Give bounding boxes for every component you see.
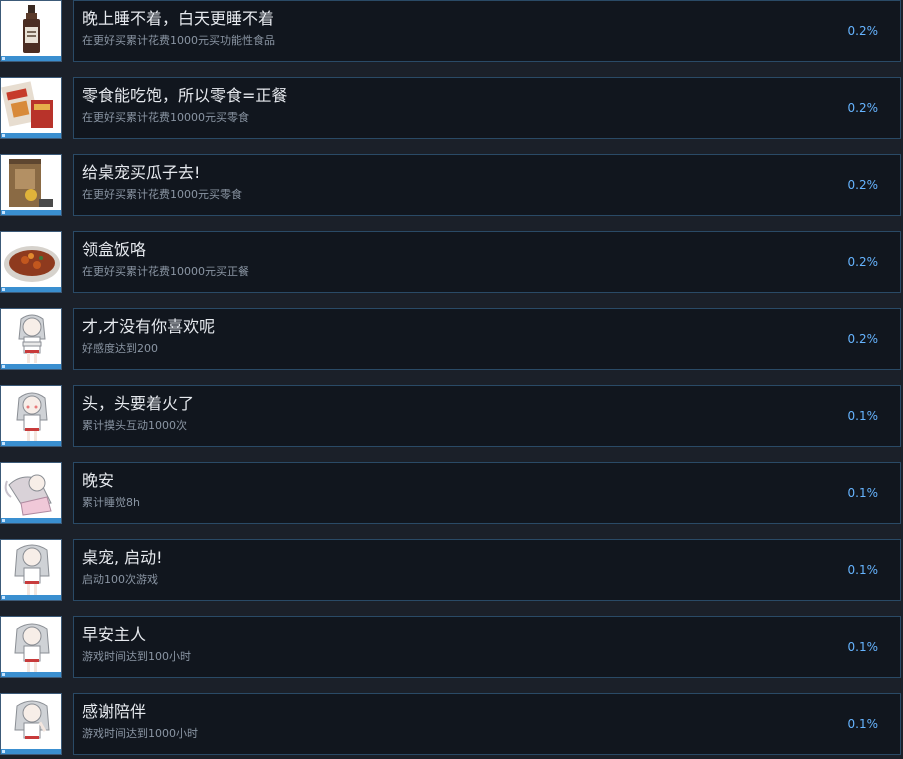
achievement-title: 晚安 xyxy=(82,471,115,490)
achievement-title: 给桌宠买瓜子去! xyxy=(82,163,201,182)
achievement-title: 晚上睡不着，白天更睡不着 xyxy=(82,9,275,28)
achievement-panel: 才,才没有你喜欢呢 好感度达到200 0.2% xyxy=(73,308,901,370)
unlock-percentage: 0.1% xyxy=(847,563,879,577)
unlock-percentage: 0.2% xyxy=(847,24,879,38)
achievement-description: 游戏时间达到100小时 xyxy=(82,650,191,663)
achievement-row[interactable]: 晚上睡不着，白天更睡不着 在更好买累计花费1000元买功能性食品 0.2% xyxy=(0,0,903,66)
pet-girl-standing-icon xyxy=(0,539,62,601)
achievement-title: 桌宠, 启动! xyxy=(82,548,163,567)
unlock-percentage: 0.2% xyxy=(847,178,879,192)
achievement-row[interactable]: 头，头要着火了 累计摸头互动1000次 0.1% xyxy=(0,385,903,451)
achievement-panel: 晚上睡不着，白天更睡不着 在更好买累计花费1000元买功能性食品 0.2% xyxy=(73,0,901,62)
achievement-row[interactable]: 感谢陪伴 游戏时间达到1000小时 0.1% xyxy=(0,693,903,759)
achievement-row[interactable]: 早安主人 游戏时间达到100小时 0.1% xyxy=(0,616,903,682)
pet-girl-arms-crossed-icon xyxy=(0,308,62,370)
achievement-description: 在更好买累计花费10000元买正餐 xyxy=(82,265,249,278)
achievement-panel: 给桌宠买瓜子去! 在更好买累计花费1000元买零食 0.2% xyxy=(73,154,901,216)
snack-bags-icon xyxy=(0,77,62,139)
unlock-percentage: 0.1% xyxy=(847,717,879,731)
achievement-description: 在更好买累计花费1000元买功能性食品 xyxy=(82,34,275,47)
achievement-description: 游戏时间达到1000小时 xyxy=(82,727,198,740)
achievement-title: 感谢陪伴 xyxy=(82,702,147,721)
achievement-description: 在更好买累计花费1000元买零食 xyxy=(82,188,242,201)
pet-girl-waving-icon xyxy=(0,693,62,755)
achievement-row[interactable]: 领盒饭咯 在更好买累计花费10000元买正餐 0.2% xyxy=(0,231,903,297)
achievement-description: 好感度达到200 xyxy=(82,342,158,355)
unlock-percentage: 0.2% xyxy=(847,101,879,115)
unlock-percentage: 0.1% xyxy=(847,486,879,500)
achievement-panel: 晚安 累计睡觉8h 0.1% xyxy=(73,462,901,524)
achievement-description: 累计摸头互动1000次 xyxy=(82,419,187,432)
pet-girl-greeting-icon xyxy=(0,616,62,678)
achievement-panel: 早安主人 游戏时间达到100小时 0.1% xyxy=(73,616,901,678)
achievement-panel: 头，头要着火了 累计摸头互动1000次 0.1% xyxy=(73,385,901,447)
achievement-panel: 领盒饭咯 在更好买累计花费10000元买正餐 0.2% xyxy=(73,231,901,293)
unlock-percentage: 0.2% xyxy=(847,332,879,346)
achievement-row[interactable]: 零食能吃饱，所以零食=正餐 在更好买累计花费10000元买零食 0.2% xyxy=(0,77,903,143)
unlock-percentage: 0.2% xyxy=(847,255,879,269)
achievement-title: 领盒饭咯 xyxy=(82,240,147,259)
achievement-row[interactable]: 桌宠, 启动! 启动100次游戏 0.1% xyxy=(0,539,903,605)
drink-bottle-icon xyxy=(0,0,62,62)
pet-girl-sleeping-icon xyxy=(0,462,62,524)
achievement-list: 晚上睡不着，白天更睡不着 在更好买累计花费1000元买功能性食品 0.2% 零食… xyxy=(0,0,903,755)
pet-girl-blushing-icon xyxy=(0,385,62,447)
achievement-title: 早安主人 xyxy=(82,625,147,644)
unlock-percentage: 0.1% xyxy=(847,640,879,654)
achievement-row[interactable]: 才,才没有你喜欢呢 好感度达到200 0.2% xyxy=(0,308,903,374)
achievement-description: 在更好买累计花费10000元买零食 xyxy=(82,111,249,124)
seed-bag-icon xyxy=(0,154,62,216)
achievement-description: 累计睡觉8h xyxy=(82,496,140,509)
unlock-percentage: 0.1% xyxy=(847,409,879,423)
achievement-panel: 零食能吃饱，所以零食=正餐 在更好买累计花费10000元买零食 0.2% xyxy=(73,77,901,139)
achievement-title: 头，头要着火了 xyxy=(82,394,195,413)
meal-plate-icon xyxy=(0,231,62,293)
achievement-row[interactable]: 晚安 累计睡觉8h 0.1% xyxy=(0,462,903,528)
achievement-title: 零食能吃饱，所以零食=正餐 xyxy=(82,86,288,105)
achievement-panel: 感谢陪伴 游戏时间达到1000小时 0.1% xyxy=(73,693,901,755)
achievement-title: 才,才没有你喜欢呢 xyxy=(82,317,216,336)
achievement-row[interactable]: 给桌宠买瓜子去! 在更好买累计花费1000元买零食 0.2% xyxy=(0,154,903,220)
achievement-description: 启动100次游戏 xyxy=(82,573,158,586)
achievement-panel: 桌宠, 启动! 启动100次游戏 0.1% xyxy=(73,539,901,601)
